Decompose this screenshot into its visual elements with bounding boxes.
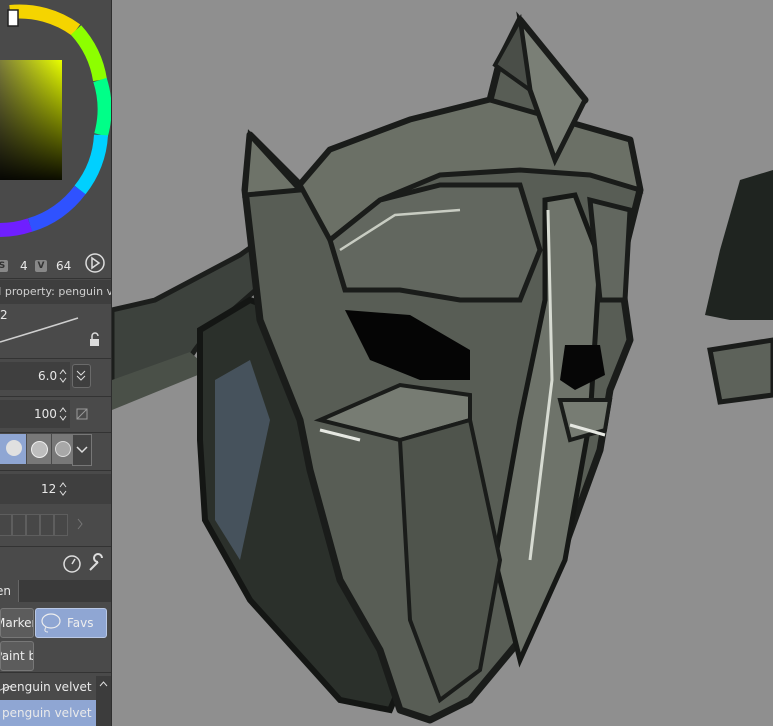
chevron-up-icon	[99, 681, 108, 687]
saturation-letter: S	[0, 260, 8, 272]
brush-size-field[interactable]: 6.0	[0, 362, 70, 390]
double-chevron-down-icon	[76, 370, 86, 381]
size-dropdown-button[interactable]	[72, 364, 91, 388]
stabilization-value: 12	[41, 482, 57, 496]
list-item-label: penguin velvet pen	[2, 680, 96, 694]
brush-set-paint-label: Paint b	[1, 649, 33, 663]
list-item-label: penguin velvet pen 2	[2, 706, 96, 720]
brush-set-favs-button[interactable]: Favs	[35, 608, 107, 638]
tab-brush-set-label: en	[0, 584, 11, 598]
value-letter: V	[35, 260, 47, 272]
canvas-artwork[interactable]	[112, 0, 773, 726]
list-item-selected[interactable]: penguin velvet pen 2	[0, 700, 96, 726]
brush-shape-dropdown[interactable]	[72, 434, 92, 466]
play-icon[interactable]	[84, 252, 106, 274]
brush-set-marker-button[interactable]: Marker	[0, 608, 34, 638]
gauge-icon[interactable]	[61, 552, 83, 574]
brush-preview: 2	[0, 304, 111, 352]
list-item[interactable]: penguin velvet pen	[0, 676, 96, 698]
brush-shape-option[interactable]	[27, 434, 51, 464]
spinner-icon[interactable]	[58, 405, 68, 423]
stabilization-row[interactable]: 12	[0, 474, 111, 504]
brush-set-tabbar: en	[0, 580, 111, 602]
stroke-preview-icon	[0, 317, 79, 343]
brush-shape-option[interactable]	[52, 434, 72, 464]
drawing-canvas[interactable]	[112, 0, 773, 726]
mask-icon[interactable]	[76, 408, 88, 420]
tool-property-header: Tool property: penguin velvet pen	[0, 280, 111, 304]
brush-set-paint-button[interactable]: Paint b	[0, 641, 34, 671]
saturation-value: 4	[20, 259, 28, 273]
brush-set-favs-label: Favs	[67, 616, 94, 630]
list-scrollbar[interactable]	[96, 676, 111, 726]
left-panel: S 4 V 64 Tool property: penguin velvet p…	[0, 0, 112, 726]
hue-handle[interactable]	[7, 9, 19, 27]
disabled-setting-row	[0, 510, 111, 538]
tool-property-footer	[0, 548, 111, 578]
wrench-icon[interactable]	[86, 552, 108, 574]
brush-loop-icon	[41, 613, 61, 633]
lock-icon[interactable]	[88, 332, 102, 348]
opacity-row: 100	[0, 400, 111, 428]
brush-set-marker-label: Marker	[1, 616, 33, 630]
brush-shape-selected[interactable]	[0, 434, 26, 464]
spinner-icon[interactable]	[58, 367, 68, 385]
opacity-field[interactable]: 100	[0, 400, 70, 428]
color-wheel[interactable]	[0, 0, 111, 250]
value-value: 64	[56, 259, 72, 273]
chevron-right-icon	[77, 518, 83, 530]
chevron-down-icon	[76, 446, 88, 454]
opacity-value: 100	[34, 407, 57, 421]
brush-size-row: 6.0	[0, 362, 111, 390]
brush-size-value: 6.0	[38, 369, 58, 383]
tab-brush-set[interactable]: en	[0, 580, 19, 602]
spinner-icon[interactable]	[58, 480, 68, 498]
brush-shape-row	[0, 434, 111, 466]
tool-property-title: Tool property: penguin velvet pen	[0, 285, 111, 298]
app-window: S 4 V 64 Tool property: penguin velvet p…	[0, 0, 773, 726]
